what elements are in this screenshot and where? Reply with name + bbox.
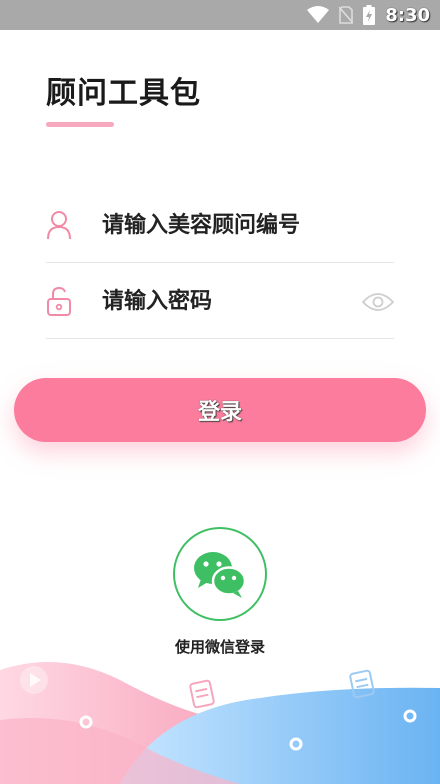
status-time: 8:30 xyxy=(385,4,430,26)
status-bar: 8:30 xyxy=(0,0,440,30)
no-sim-icon xyxy=(339,6,354,24)
title-underline xyxy=(46,122,114,127)
page-title: 顾问工具包 xyxy=(46,76,201,111)
wechat-icon xyxy=(194,552,247,598)
password-input[interactable] xyxy=(100,282,354,320)
status-icons: 8:30 xyxy=(307,4,430,26)
note-icon xyxy=(189,679,215,709)
lock-icon xyxy=(47,286,71,316)
password-row xyxy=(46,262,394,339)
user-icon xyxy=(47,211,71,240)
decorative-waves xyxy=(0,662,440,784)
eye-icon[interactable] xyxy=(362,292,394,312)
battery-icon xyxy=(363,5,376,25)
wifi-icon xyxy=(307,6,330,23)
login-button[interactable]: 登录 xyxy=(14,378,426,442)
consultant-id-input[interactable] xyxy=(100,206,354,244)
consultant-id-row xyxy=(46,186,394,263)
wechat-login-button[interactable] xyxy=(173,527,267,621)
